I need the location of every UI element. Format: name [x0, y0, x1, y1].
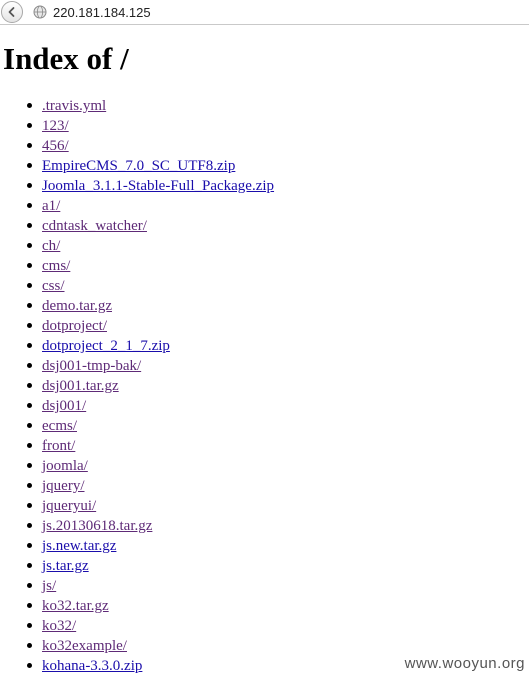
bullet-icon — [27, 143, 32, 148]
file-link[interactable]: Joomla_3.1.1-Stable-Full_Package.zip — [42, 178, 274, 194]
directory-listing: .travis.yml 123/456/EmpireCMS_7.0_SC_UTF8… — [0, 96, 529, 676]
file-link[interactable]: js.new.tar.gz — [42, 538, 116, 554]
file-link[interactable]: js.tar.gz — [42, 558, 89, 574]
bullet-icon — [27, 263, 32, 268]
list-item: dotproject_2_1_7.zip — [0, 336, 529, 356]
watermark: www.wooyun.org — [402, 655, 527, 672]
file-link[interactable]: ko32.tar.gz — [42, 598, 109, 614]
bullet-icon — [27, 383, 32, 388]
bullet-icon — [27, 223, 32, 228]
file-link[interactable]: cms/ — [42, 258, 70, 274]
back-button[interactable] — [1, 1, 23, 23]
bullet-icon — [27, 423, 32, 428]
list-item: js.new.tar.gz — [0, 536, 529, 556]
list-item: a1/ — [0, 196, 529, 216]
bullet-icon — [27, 323, 32, 328]
bullet-icon — [27, 343, 32, 348]
file-link[interactable]: joomla/ — [42, 458, 88, 474]
file-link[interactable]: ch/ — [42, 238, 60, 254]
file-link[interactable]: demo.tar.gz — [42, 298, 112, 314]
bullet-icon — [27, 483, 32, 488]
bullet-icon — [27, 163, 32, 168]
page-content: Index of / .travis.yml 123/456/EmpireCMS_… — [0, 24, 529, 676]
list-item: jquery/ — [0, 476, 529, 496]
bullet-icon — [27, 363, 32, 368]
bullet-icon — [27, 543, 32, 548]
file-link[interactable]: dsj001/ — [42, 398, 86, 414]
bullet-icon — [27, 523, 32, 528]
bullet-icon — [27, 403, 32, 408]
list-item: js.20130618.tar.gz — [0, 516, 529, 536]
list-item: js/ — [0, 576, 529, 596]
file-link[interactable]: kohana-3.3.0.zip — [42, 658, 142, 674]
list-item: front/ — [0, 436, 529, 456]
file-link[interactable]: ko32/ — [42, 618, 76, 634]
file-link[interactable]: ecms/ — [42, 418, 77, 434]
list-item: ko32.tar.gz — [0, 596, 529, 616]
bullet-icon — [27, 443, 32, 448]
back-arrow-icon — [8, 7, 15, 17]
list-item: css/ — [0, 276, 529, 296]
list-item: ch/ — [0, 236, 529, 256]
bullet-icon — [27, 123, 32, 128]
file-link[interactable]: css/ — [42, 278, 65, 294]
bullet-icon — [27, 623, 32, 628]
bullet-icon — [27, 183, 32, 188]
list-item: 123/ — [0, 116, 529, 136]
bullet-icon — [27, 243, 32, 248]
bullet-icon — [27, 283, 32, 288]
list-item: ko32/ — [0, 616, 529, 636]
file-link[interactable]: cdntask_watcher/ — [42, 218, 147, 234]
bullet-icon — [27, 103, 32, 108]
file-link[interactable]: dotproject_2_1_7.zip — [42, 338, 170, 354]
file-link[interactable]: EmpireCMS_7.0_SC_UTF8.zip — [42, 158, 235, 174]
file-link[interactable]: dotproject/ — [42, 318, 107, 334]
file-link[interactable]: 456/ — [42, 138, 69, 154]
file-link[interactable]: ko32example/ — [42, 638, 127, 654]
bullet-icon — [27, 583, 32, 588]
list-item: ko32example/ — [0, 636, 529, 656]
file-link[interactable]: front/ — [42, 438, 75, 454]
list-item: dsj001.tar.gz — [0, 376, 529, 396]
list-item: cdntask_watcher/ — [0, 216, 529, 236]
list-item: ecms/ — [0, 416, 529, 436]
list-item: .travis.yml — [0, 96, 529, 116]
file-link[interactable]: dsj001.tar.gz — [42, 378, 119, 394]
browser-toolbar: 220.181.184.125 — [0, 0, 529, 25]
bullet-icon — [27, 563, 32, 568]
bullet-icon — [27, 503, 32, 508]
bullet-icon — [27, 463, 32, 468]
file-link[interactable]: js.20130618.tar.gz — [42, 518, 152, 534]
bullet-icon — [27, 303, 32, 308]
address-bar-url[interactable]: 220.181.184.125 — [53, 5, 151, 20]
list-item: js.tar.gz — [0, 556, 529, 576]
bullet-icon — [27, 663, 32, 668]
list-item: dotproject/ — [0, 316, 529, 336]
file-link[interactable]: a1/ — [42, 198, 60, 214]
page-title: Index of / — [3, 41, 129, 76]
list-item: joomla/ — [0, 456, 529, 476]
list-item: EmpireCMS_7.0_SC_UTF8.zip — [0, 156, 529, 176]
file-link[interactable]: jquery/ — [42, 478, 85, 494]
list-item: 456/ — [0, 136, 529, 156]
list-item: jqueryui/ — [0, 496, 529, 516]
globe-icon — [33, 5, 47, 19]
list-item: dsj001-tmp-bak/ — [0, 356, 529, 376]
bullet-icon — [27, 643, 32, 648]
bullet-icon — [27, 203, 32, 208]
file-link[interactable]: 123/ — [42, 118, 69, 134]
list-item: demo.tar.gz — [0, 296, 529, 316]
file-link[interactable]: .travis.yml — [42, 98, 106, 114]
file-link[interactable]: dsj001-tmp-bak/ — [42, 358, 141, 374]
bullet-icon — [27, 603, 32, 608]
list-item: cms/ — [0, 256, 529, 276]
list-item: dsj001/ — [0, 396, 529, 416]
file-link[interactable]: js/ — [42, 578, 56, 594]
list-item: Joomla_3.1.1-Stable-Full_Package.zip — [0, 176, 529, 196]
file-link[interactable]: jqueryui/ — [42, 498, 96, 514]
